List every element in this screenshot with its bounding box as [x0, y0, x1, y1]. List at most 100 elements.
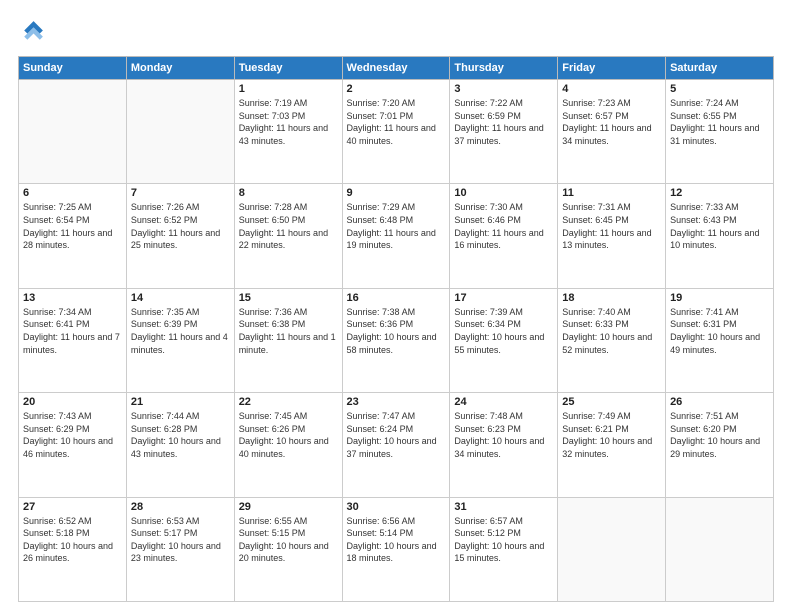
day-number: 14	[131, 292, 230, 304]
day-detail: Sunrise: 7:44 AMSunset: 6:28 PMDaylight:…	[131, 410, 230, 460]
page: SundayMondayTuesdayWednesdayThursdayFrid…	[0, 0, 792, 612]
weekday-monday: Monday	[126, 57, 234, 80]
day-cell: 18Sunrise: 7:40 AMSunset: 6:33 PMDayligh…	[558, 288, 666, 392]
day-number: 5	[670, 83, 769, 95]
day-cell: 16Sunrise: 7:38 AMSunset: 6:36 PMDayligh…	[342, 288, 450, 392]
day-number: 25	[562, 396, 661, 408]
header	[18, 18, 774, 46]
day-cell: 2 Sunrise: 7:20 AMSunset: 7:01 PMDaylight…	[342, 80, 450, 184]
day-cell: 15 Sunrise: 7:36 AMSunset: 6:38 PMDayligh…	[234, 288, 342, 392]
day-detail: Sunrise: 7:43 AMSunset: 6:29 PMDaylight:…	[23, 410, 122, 460]
day-detail: Sunrise: 7:34 AMSunset: 6:41 PMDaylight:…	[23, 306, 122, 356]
day-number: 28	[131, 501, 230, 513]
day-number: 26	[670, 396, 769, 408]
day-cell: 9Sunrise: 7:29 AMSunset: 6:48 PMDaylight…	[342, 184, 450, 288]
day-cell: 29 Sunrise: 6:55 AMSunset: 5:15 PMDayligh…	[234, 497, 342, 601]
week-row-3: 13 Sunrise: 7:34 AMSunset: 6:41 PMDayligh…	[19, 288, 774, 392]
logo-icon	[18, 18, 46, 46]
day-detail: Sunrise: 6:56 AMSunset: 5:14 PMDaylight:…	[347, 515, 446, 565]
day-number: 17	[454, 292, 553, 304]
day-number: 13	[23, 292, 122, 304]
logo	[18, 18, 50, 46]
day-number: 8	[239, 187, 338, 199]
day-number: 20	[23, 396, 122, 408]
day-detail: Sunrise: 6:55 AMSunset: 5:15 PMDaylight:…	[239, 515, 338, 565]
day-detail: Sunrise: 7:30 AMSunset: 6:46 PMDaylight:…	[454, 201, 553, 251]
day-cell: 5 Sunrise: 7:24 AMSunset: 6:55 PMDaylight…	[666, 80, 774, 184]
day-cell: 14 Sunrise: 7:35 AMSunset: 6:39 PMDayligh…	[126, 288, 234, 392]
day-detail: Sunrise: 7:33 AMSunset: 6:43 PMDaylight:…	[670, 201, 769, 251]
day-cell: 17 Sunrise: 7:39 AMSunset: 6:34 PMDayligh…	[450, 288, 558, 392]
day-detail: Sunrise: 7:25 AMSunset: 6:54 PMDaylight:…	[23, 201, 122, 251]
day-detail: Sunrise: 7:48 AMSunset: 6:23 PMDaylight:…	[454, 410, 553, 460]
weekday-wednesday: Wednesday	[342, 57, 450, 80]
day-detail: Sunrise: 7:28 AMSunset: 6:50 PMDaylight:…	[239, 201, 338, 251]
weekday-thursday: Thursday	[450, 57, 558, 80]
day-cell: 19Sunrise: 7:41 AMSunset: 6:31 PMDayligh…	[666, 288, 774, 392]
day-cell: 22 Sunrise: 7:45 AMSunset: 6:26 PMDayligh…	[234, 393, 342, 497]
day-detail: Sunrise: 7:45 AMSunset: 6:26 PMDaylight:…	[239, 410, 338, 460]
day-cell: 21 Sunrise: 7:44 AMSunset: 6:28 PMDayligh…	[126, 393, 234, 497]
day-detail: Sunrise: 7:39 AMSunset: 6:34 PMDaylight:…	[454, 306, 553, 356]
day-detail: Sunrise: 7:22 AMSunset: 6:59 PMDaylight:…	[454, 97, 553, 147]
day-number: 3	[454, 83, 553, 95]
day-detail: Sunrise: 7:47 AMSunset: 6:24 PMDaylight:…	[347, 410, 446, 460]
day-cell: 24 Sunrise: 7:48 AMSunset: 6:23 PMDayligh…	[450, 393, 558, 497]
day-cell: 28Sunrise: 6:53 AMSunset: 5:17 PMDayligh…	[126, 497, 234, 601]
day-detail: Sunrise: 7:31 AMSunset: 6:45 PMDaylight:…	[562, 201, 661, 251]
day-detail: Sunrise: 7:51 AMSunset: 6:20 PMDaylight:…	[670, 410, 769, 460]
day-cell	[19, 80, 127, 184]
day-number: 7	[131, 187, 230, 199]
day-detail: Sunrise: 7:19 AMSunset: 7:03 PMDaylight:…	[239, 97, 338, 147]
weekday-saturday: Saturday	[666, 57, 774, 80]
week-row-5: 27Sunrise: 6:52 AMSunset: 5:18 PMDayligh…	[19, 497, 774, 601]
weekday-sunday: Sunday	[19, 57, 127, 80]
day-cell: 4 Sunrise: 7:23 AMSunset: 6:57 PMDaylight…	[558, 80, 666, 184]
day-detail: Sunrise: 6:52 AMSunset: 5:18 PMDaylight:…	[23, 515, 122, 565]
day-number: 24	[454, 396, 553, 408]
day-number: 15	[239, 292, 338, 304]
weekday-tuesday: Tuesday	[234, 57, 342, 80]
day-cell: 25 Sunrise: 7:49 AMSunset: 6:21 PMDayligh…	[558, 393, 666, 497]
day-number: 21	[131, 396, 230, 408]
weekday-friday: Friday	[558, 57, 666, 80]
day-number: 6	[23, 187, 122, 199]
day-detail: Sunrise: 7:36 AMSunset: 6:38 PMDaylight:…	[239, 306, 338, 356]
day-cell	[126, 80, 234, 184]
day-detail: Sunrise: 7:35 AMSunset: 6:39 PMDaylight:…	[131, 306, 230, 356]
day-cell: 7 Sunrise: 7:26 AMSunset: 6:52 PMDaylight…	[126, 184, 234, 288]
day-number: 30	[347, 501, 446, 513]
day-detail: Sunrise: 7:26 AMSunset: 6:52 PMDaylight:…	[131, 201, 230, 251]
day-cell: 30 Sunrise: 6:56 AMSunset: 5:14 PMDayligh…	[342, 497, 450, 601]
day-detail: Sunrise: 7:38 AMSunset: 6:36 PMDaylight:…	[347, 306, 446, 356]
day-cell: 12 Sunrise: 7:33 AMSunset: 6:43 PMDayligh…	[666, 184, 774, 288]
day-number: 11	[562, 187, 661, 199]
day-number: 18	[562, 292, 661, 304]
day-cell: 13 Sunrise: 7:34 AMSunset: 6:41 PMDayligh…	[19, 288, 127, 392]
day-cell: 26 Sunrise: 7:51 AMSunset: 6:20 PMDayligh…	[666, 393, 774, 497]
day-detail: Sunrise: 7:41 AMSunset: 6:31 PMDaylight:…	[670, 306, 769, 356]
day-detail: Sunrise: 6:57 AMSunset: 5:12 PMDaylight:…	[454, 515, 553, 565]
day-detail: Sunrise: 7:49 AMSunset: 6:21 PMDaylight:…	[562, 410, 661, 460]
day-cell: 27Sunrise: 6:52 AMSunset: 5:18 PMDayligh…	[19, 497, 127, 601]
day-number: 29	[239, 501, 338, 513]
day-cell: 20 Sunrise: 7:43 AMSunset: 6:29 PMDayligh…	[19, 393, 127, 497]
day-number: 2	[347, 83, 446, 95]
day-number: 23	[347, 396, 446, 408]
day-cell: 23 Sunrise: 7:47 AMSunset: 6:24 PMDayligh…	[342, 393, 450, 497]
day-cell: 11 Sunrise: 7:31 AMSunset: 6:45 PMDayligh…	[558, 184, 666, 288]
day-detail: Sunrise: 7:23 AMSunset: 6:57 PMDaylight:…	[562, 97, 661, 147]
week-row-2: 6 Sunrise: 7:25 AMSunset: 6:54 PMDaylight…	[19, 184, 774, 288]
day-detail: Sunrise: 7:20 AMSunset: 7:01 PMDaylight:…	[347, 97, 446, 147]
day-cell	[666, 497, 774, 601]
weekday-header-row: SundayMondayTuesdayWednesdayThursdayFrid…	[19, 57, 774, 80]
day-detail: Sunrise: 7:24 AMSunset: 6:55 PMDaylight:…	[670, 97, 769, 147]
day-number: 22	[239, 396, 338, 408]
day-cell: 6 Sunrise: 7:25 AMSunset: 6:54 PMDaylight…	[19, 184, 127, 288]
day-cell: 10 Sunrise: 7:30 AMSunset: 6:46 PMDayligh…	[450, 184, 558, 288]
day-number: 9	[347, 187, 446, 199]
day-cell: 8 Sunrise: 7:28 AMSunset: 6:50 PMDaylight…	[234, 184, 342, 288]
day-number: 4	[562, 83, 661, 95]
day-number: 10	[454, 187, 553, 199]
day-number: 12	[670, 187, 769, 199]
